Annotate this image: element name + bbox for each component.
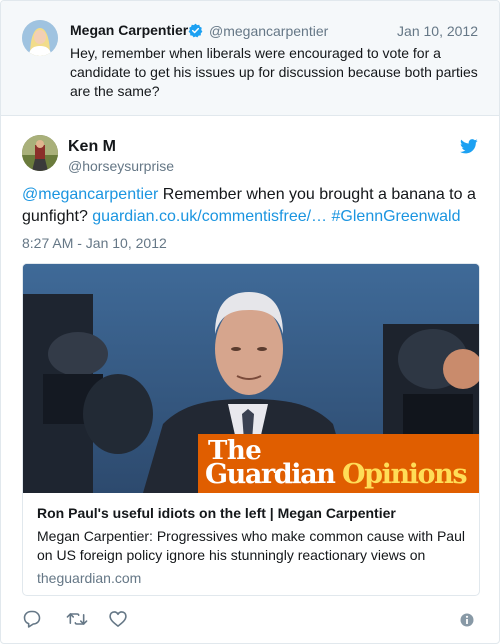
tweet-actions bbox=[22, 609, 482, 631]
link-card[interactable]: The Guardian Opinions Ron Paul's useful … bbox=[22, 263, 480, 596]
reply-icon[interactable] bbox=[22, 609, 44, 631]
parent-date[interactable]: Jan 10, 2012 bbox=[397, 23, 478, 39]
card-image[interactable]: The Guardian Opinions bbox=[23, 264, 479, 493]
url-link[interactable]: guardian.co.uk/commentisfree/… bbox=[92, 208, 327, 225]
parent-avatar[interactable] bbox=[22, 20, 58, 56]
author-name[interactable]: Ken M bbox=[68, 138, 116, 156]
verified-badge-icon bbox=[188, 23, 203, 38]
heart-icon[interactable] bbox=[108, 609, 130, 631]
hashtag-link[interactable]: #GlennGreenwald bbox=[332, 208, 461, 225]
logo-opinions: Opinions bbox=[342, 459, 468, 490]
tweet-text: @megancarpentier Remember when you broug… bbox=[22, 184, 482, 228]
parent-tweet-text: Hey, remember when liberals were encoura… bbox=[70, 45, 478, 99]
parent-tweet[interactable]: Megan Carpentier @megancarpentier Jan 10… bbox=[1, 1, 499, 116]
retweet-icon[interactable] bbox=[66, 609, 88, 631]
bird-icon[interactable] bbox=[460, 139, 478, 154]
tweet-timestamp[interactable]: 8:27 AM - Jan 10, 2012 bbox=[22, 235, 167, 251]
card-title[interactable]: Ron Paul's useful idiots on the left | M… bbox=[37, 505, 396, 521]
tweet-embed: Megan Carpentier @megancarpentier Jan 10… bbox=[0, 0, 500, 644]
parent-author-name[interactable]: Megan Carpentier bbox=[70, 22, 188, 38]
author-avatar[interactable] bbox=[22, 135, 58, 171]
mention-link[interactable]: @megancarpentier bbox=[22, 186, 158, 203]
logo-guardian: Guardian bbox=[205, 459, 336, 490]
info-icon[interactable] bbox=[460, 613, 474, 627]
author-handle[interactable]: @horseysurprise bbox=[68, 158, 174, 174]
card-description: Megan Carpentier: Progressives who make … bbox=[37, 528, 465, 563]
parent-handle[interactable]: @megancarpentier bbox=[209, 23, 328, 39]
card-domain: theguardian.com bbox=[37, 570, 142, 586]
guardian-opinions-logo: The Guardian Opinions bbox=[198, 434, 479, 493]
